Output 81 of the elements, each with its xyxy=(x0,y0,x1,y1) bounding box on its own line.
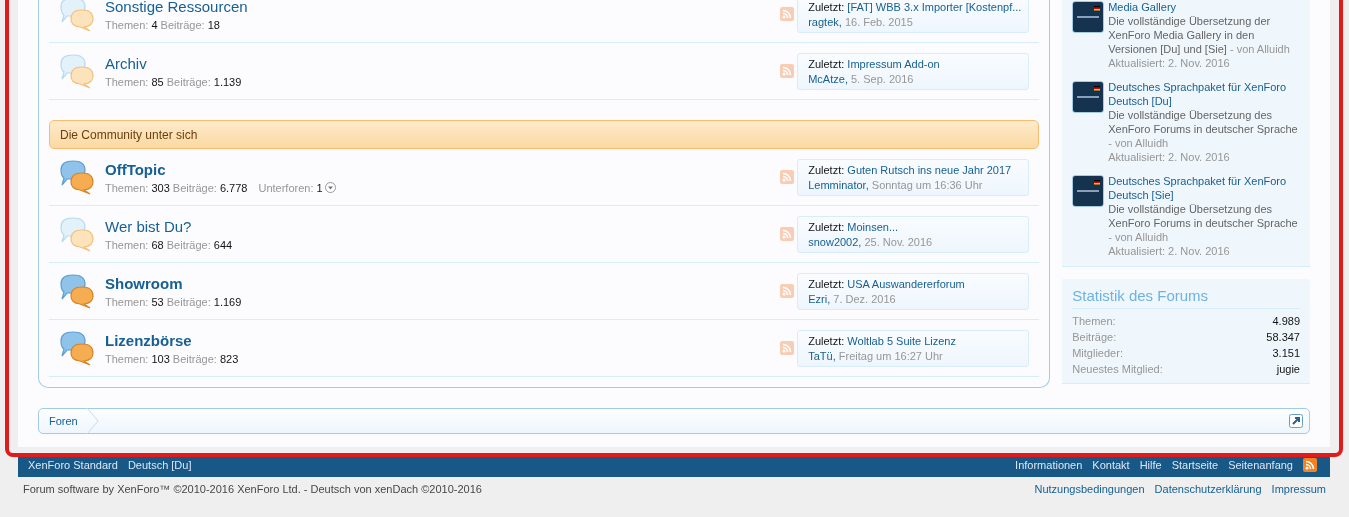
footer-link[interactable]: Kontakt xyxy=(1092,459,1130,471)
footer-link[interactable]: XenForo Standard xyxy=(28,459,118,471)
forum-title-link[interactable]: Sonstige Ressourcen xyxy=(105,0,248,15)
legal-link[interactable]: Datenschutzerklärung xyxy=(1154,483,1262,495)
jump-icon[interactable] xyxy=(1289,414,1303,428)
last-post-meta: Ezri, 7. Dez. 2016 xyxy=(808,291,897,306)
forum-title-link[interactable]: Archiv xyxy=(105,54,147,72)
last-post-title: Zuletzt: Impressum Add-on xyxy=(808,56,941,71)
resource-updated: Aktualisiert: 2. Nov. 2016 xyxy=(1108,56,1231,70)
stat-value: 3.151 xyxy=(1272,346,1300,361)
resource-title-link[interactable]: Media Gallery xyxy=(1108,0,1300,14)
speech-bubbles-icon xyxy=(57,158,97,196)
logo-icon xyxy=(1072,81,1105,113)
rss-icon[interactable] xyxy=(1303,458,1317,472)
category-header[interactable]: Die Community unter sich xyxy=(49,120,1040,149)
legal-link[interactable]: Impressum xyxy=(1271,483,1326,495)
speech-bubbles-icon xyxy=(57,0,97,33)
footer-link[interactable]: Informationen xyxy=(1015,459,1083,471)
resource-updated: Aktualisiert: 2. Nov. 2016 xyxy=(1108,150,1231,164)
last-post-title: Zuletzt: Guten Rutsch ins neue Jahr 2017 xyxy=(808,162,1013,177)
resource-updated: Aktualisiert: 2. Nov. 2016 xyxy=(1108,244,1231,258)
rss-icon[interactable] xyxy=(780,284,795,298)
speech-bubbles-icon xyxy=(57,52,97,90)
forum-title-link[interactable]: OffTopic xyxy=(105,160,166,178)
breadcrumb-link[interactable]: Foren xyxy=(39,409,88,433)
posts-count: Beiträge: 644 xyxy=(166,238,233,251)
last-post-meta: ragtek, 16. Feb. 2015 xyxy=(808,14,914,29)
threads-count: Themen: 303 xyxy=(105,181,170,194)
footer-link[interactable]: Deutsch [Du] xyxy=(127,459,192,471)
rss-icon[interactable] xyxy=(780,64,795,78)
logo-icon xyxy=(1072,1,1105,33)
threads-count: Themen: 53 xyxy=(105,295,164,308)
speech-bubbles-icon xyxy=(57,329,97,367)
forum-title-link[interactable]: Showroom xyxy=(105,274,183,292)
threads-count: Themen: 68 xyxy=(105,238,164,251)
stat-label: Beiträge: xyxy=(1072,330,1117,345)
rss-icon[interactable] xyxy=(780,227,795,241)
posts-count: Beiträge: 1.139 xyxy=(166,75,242,88)
last-post-title: Zuletzt: Moinsen... xyxy=(808,219,900,234)
subforums-count: Unterforen: 1 xyxy=(258,181,323,194)
stats-heading: Statistik des Forums xyxy=(1072,287,1300,309)
footer-link[interactable]: Startseite xyxy=(1171,459,1219,471)
stat-label: Mitglieder: xyxy=(1072,346,1123,361)
chevron-icon xyxy=(86,408,99,434)
threads-count: Themen: 103 xyxy=(105,352,170,365)
threads-count: Themen: 4 xyxy=(105,18,158,31)
resource-description: Die vollständige Übersetzung des XenForo Forums in deutscher Sprache - von Alluidh xyxy=(1108,202,1299,244)
forum-title-link[interactable]: Lizenzbörse xyxy=(105,331,192,349)
last-post-meta: Lemminator, Sonntag um 16:36 Uhr xyxy=(808,177,984,192)
stat-label: Themen: xyxy=(1072,314,1116,329)
rss-icon[interactable] xyxy=(780,341,795,355)
speech-bubbles-icon xyxy=(57,272,97,310)
stat-value: 58.347 xyxy=(1266,330,1300,345)
threads-count: Themen: 85 xyxy=(105,75,164,88)
last-post-meta: snow2002, 25. Nov. 2016 xyxy=(808,234,934,249)
speech-bubbles-icon xyxy=(57,215,97,253)
last-post-title: Zuletzt: [FAT] WBB 3.x Importer [Kostenpf... xyxy=(808,0,1019,14)
legal-link[interactable]: Nutzungsbedingungen xyxy=(1034,483,1145,495)
posts-count: Beiträge: 18 xyxy=(160,18,220,31)
resource-description: Die vollständige Übersetzung des XenForo Forums in deutscher Sprache - von Alluidh xyxy=(1108,108,1299,150)
last-post-meta: TaTü, Freitag um 16:27 Uhr xyxy=(808,348,944,363)
posts-count: Beiträge: 823 xyxy=(172,352,239,365)
posts-count: Beiträge: 6.778 xyxy=(172,181,248,194)
footer-link[interactable]: Hilfe xyxy=(1139,459,1162,471)
logo-icon xyxy=(1072,175,1105,207)
last-post-meta: McAtze, 5. Sep. 2016 xyxy=(808,71,915,86)
resource-title-link[interactable]: Deutsches Sprachpaket für XenForo Deutsch [Du] xyxy=(1108,80,1300,108)
rss-icon[interactable] xyxy=(780,7,795,21)
posts-count: Beiträge: 1.169 xyxy=(166,295,242,308)
last-post-title: Zuletzt: Woltlab 5 Suite Lizenz xyxy=(808,333,957,348)
forum-title-link[interactable]: Wer bist Du? xyxy=(105,217,192,235)
footer-link[interactable]: Seitenanfang xyxy=(1228,459,1293,471)
stat-label: Neuestes Mitglied: xyxy=(1072,362,1163,377)
rss-icon[interactable] xyxy=(780,170,795,184)
resource-title-link[interactable]: Deutsches Sprachpaket für XenForo Deutsch [Sie] xyxy=(1108,174,1300,202)
stat-value: 4.989 xyxy=(1272,314,1300,329)
dropdown-icon[interactable] xyxy=(324,182,336,193)
copyright-text: Forum software by XenForo™ ©2010-2016 XenForo Ltd. - Deutsch von xenDach ©2010-2016 xyxy=(23,483,482,495)
stat-value: jugie xyxy=(1276,362,1300,377)
resource-description: Die vollständige Übersetzung der XenForo Media Gallery in den Versionen [Du] und [Sie] - von Alluidh xyxy=(1108,14,1291,56)
last-post-title: Zuletzt: USA Auswandererforum xyxy=(808,276,966,291)
